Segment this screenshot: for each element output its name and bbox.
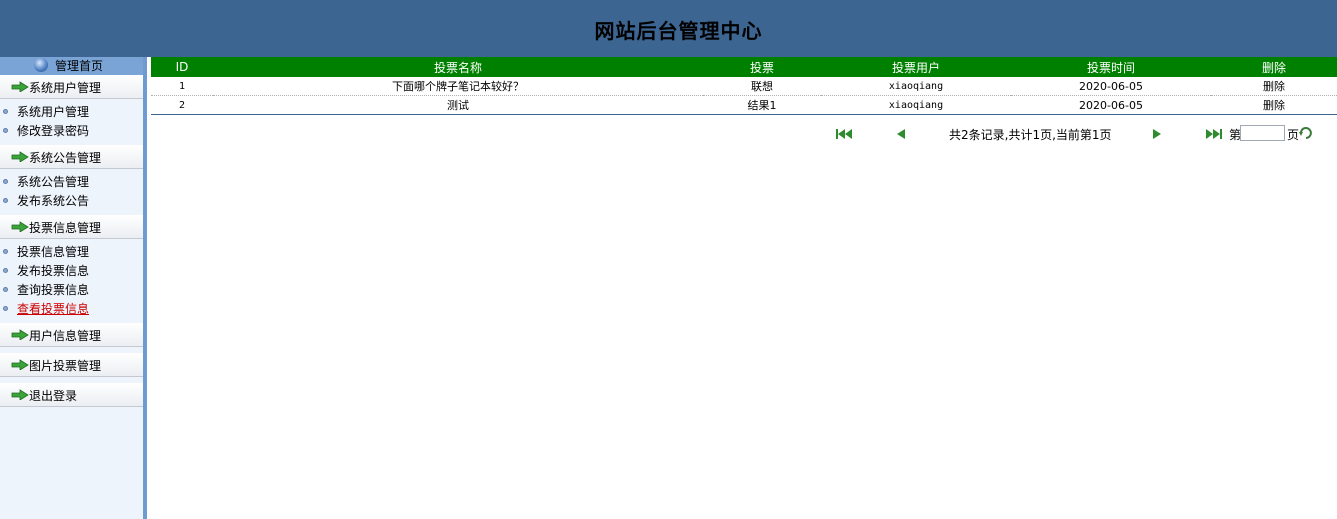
first-page-icon[interactable] (836, 129, 854, 139)
cell-user: xiaoqiang (821, 77, 1011, 96)
sidebar-group-1[interactable]: 系统公告管理 (0, 145, 143, 169)
sidebar-group-3[interactable]: 用户信息管理 (0, 323, 143, 347)
sidebar-group-0[interactable]: 系统用户管理 (0, 75, 143, 99)
pagination: 共2条记录,共计1页,当前第1页 第 页 (151, 124, 1337, 144)
sidebar-group-4[interactable]: 图片投票管理 (0, 353, 143, 377)
table-header-row: ID 投票名称 投票 投票用户 投票时间 删除 (151, 57, 1337, 77)
sidebar-item[interactable]: 修改登录密码 (0, 122, 143, 141)
bullet-icon (3, 179, 8, 184)
table-row: 1 下面哪个牌子笔记本较好？ 联想 xiaoqiang 2020-06-05 删… (151, 77, 1337, 96)
cell-vote: 联想 (703, 77, 821, 96)
sidebar-item[interactable]: 系统用户管理 (0, 103, 143, 122)
prev-page-icon[interactable] (897, 129, 905, 139)
page-label-suffix: 页 (1287, 128, 1300, 142)
column-header-vote: 投票 (703, 57, 821, 77)
sidebar-item-label: 发布投票信息 (17, 264, 90, 278)
last-page-icon[interactable] (1204, 129, 1222, 139)
cell-time: 2020-06-05 (1011, 77, 1211, 96)
bullet-icon (3, 198, 8, 203)
bullet-icon (3, 109, 8, 114)
table-row: 2 测试 结果1 xiaoqiang 2020-06-05 删除 (151, 95, 1337, 115)
sidebar-item-label: 投票信息管理 (17, 245, 90, 259)
sidebar-item-label: 查看投票信息 (17, 302, 90, 316)
column-header-user: 投票用户 (821, 57, 1011, 77)
sidebar-item-label: 修改登录密码 (17, 124, 90, 138)
sidebar-item-label: 发布系统公告 (17, 194, 90, 208)
sidebar-home-label: 管理首页 (55, 59, 104, 73)
arrow-icon (11, 81, 29, 93)
sidebar-group-title: 图片投票管理 (29, 359, 102, 373)
sidebar-item-label: 系统用户管理 (17, 105, 90, 119)
cell-time: 2020-06-05 (1011, 95, 1211, 115)
header-banner: 网站后台管理中心 (0, 0, 1337, 57)
sidebar-group-title: 系统用户管理 (29, 81, 102, 95)
sidebar-item-label: 查询投票信息 (17, 283, 90, 297)
sidebar-group-5[interactable]: 退出登录 (0, 383, 143, 407)
sidebar-group-title: 投票信息管理 (29, 221, 102, 235)
go-refresh-icon[interactable] (1299, 127, 1313, 142)
vote-table: ID 投票名称 投票 投票用户 投票时间 删除 1 下面哪个牌子笔记本较好？ 联… (151, 57, 1337, 115)
cell-name: 测试 (213, 95, 703, 115)
bullet-icon (3, 287, 8, 292)
arrow-icon (11, 389, 29, 401)
site-title: 网站后台管理中心 (594, 19, 763, 43)
column-header-name: 投票名称 (213, 57, 703, 77)
sidebar-item-list: 投票信息管理 发布投票信息 查询投票信息 查看投票信息 (0, 239, 143, 323)
delete-link[interactable]: 删除 (1211, 77, 1337, 96)
sidebar: 管理首页 系统用户管理 系统用户管理 修改登录密码 系统公告管理 系统公告管理 发布系统公… (0, 57, 147, 519)
cell-id: 1 (151, 77, 213, 96)
sidebar-item-list: 系统用户管理 修改登录密码 (0, 99, 143, 145)
cell-vote: 结果1 (703, 95, 821, 115)
sidebar-home[interactable]: 管理首页 (0, 57, 143, 75)
arrow-icon (11, 359, 29, 371)
sidebar-item[interactable]: 查看投票信息 (0, 300, 143, 319)
bullet-icon (3, 128, 8, 133)
sidebar-item[interactable]: 查询投票信息 (0, 281, 143, 300)
arrow-icon (11, 151, 29, 163)
next-page-icon[interactable] (1153, 129, 1161, 139)
column-header-time: 投票时间 (1011, 57, 1211, 77)
sidebar-item[interactable]: 发布投票信息 (0, 262, 143, 281)
column-header-delete: 删除 (1211, 57, 1337, 77)
arrow-icon (11, 329, 29, 341)
sidebar-item-list: 系统公告管理 发布系统公告 (0, 169, 143, 215)
bullet-icon (3, 306, 8, 311)
pager-info: 共2条记录,共计1页,当前第1页 (949, 128, 1112, 142)
sidebar-item-label: 系统公告管理 (17, 175, 90, 189)
sidebar-group-2[interactable]: 投票信息管理 (0, 215, 143, 239)
sidebar-group-title: 退出登录 (29, 389, 78, 403)
delete-link[interactable]: 删除 (1211, 95, 1337, 115)
cell-name: 下面哪个牌子笔记本较好？ (213, 77, 703, 96)
bullet-icon (3, 249, 8, 254)
main-content: ID 投票名称 投票 投票用户 投票时间 删除 1 下面哪个牌子笔记本较好？ 联… (151, 57, 1337, 115)
sidebar-item[interactable]: 投票信息管理 (0, 243, 143, 262)
sidebar-group-title: 系统公告管理 (29, 151, 102, 165)
page-number-input[interactable] (1240, 125, 1285, 141)
cell-user: xiaoqiang (821, 95, 1011, 115)
column-header-id: ID (151, 57, 213, 77)
bullet-icon (3, 268, 8, 273)
sidebar-group-title: 用户信息管理 (29, 329, 102, 343)
globe-icon (34, 58, 48, 72)
arrow-icon (11, 221, 29, 233)
sidebar-item[interactable]: 系统公告管理 (0, 173, 143, 192)
cell-id: 2 (151, 95, 213, 115)
sidebar-item[interactable]: 发布系统公告 (0, 192, 143, 211)
